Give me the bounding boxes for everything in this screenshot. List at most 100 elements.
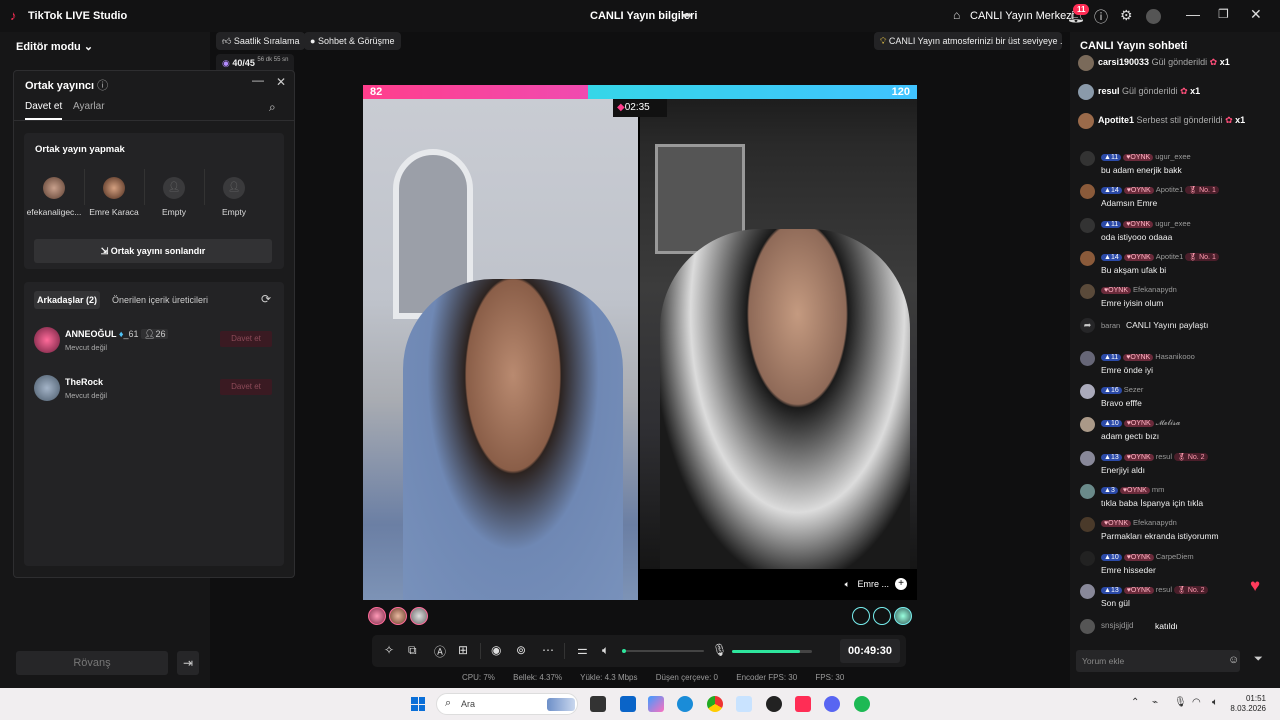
chat-user[interactable]: ugur_exee <box>1155 152 1190 161</box>
chat-user[interactable]: resul <box>1156 452 1172 461</box>
avatar <box>1078 84 1094 100</box>
record-icon[interactable]: ◉ <box>491 643 501 657</box>
chat-user[interactable]: ugur_exee <box>1155 219 1190 228</box>
chat-user[interactable]: CarpeDiem <box>1156 552 1194 561</box>
chat-user[interactable]: mm <box>1152 485 1165 494</box>
cohost-slot-2[interactable]: Emre Karaca <box>84 177 144 217</box>
top-gifter-avatar[interactable] <box>368 607 386 625</box>
volume-icon[interactable]: 🔈︎ <box>1212 697 1218 708</box>
live-center-link[interactable]: CANLI Yayın Merkezi <box>970 10 1074 22</box>
exit-icon[interactable]: ⇥ <box>177 651 199 675</box>
chat-user[interactable]: Apotite1 <box>1156 252 1184 261</box>
top-gifter-avatar[interactable] <box>873 607 891 625</box>
minimize-icon[interactable]: — <box>1186 6 1200 22</box>
level-value: 13 <box>1110 453 1119 461</box>
more-icon[interactable]: ⋯ <box>542 643 554 657</box>
chat-text: Adamsın Emre <box>1101 198 1158 209</box>
info-icon[interactable]: ⓘ <box>97 80 108 92</box>
discord-icon[interactable] <box>824 696 840 712</box>
ai-icon[interactable]: Ⓐ <box>434 643 446 660</box>
fan-badge: ♥OYNK <box>1101 287 1131 295</box>
spotify-icon[interactable] <box>854 696 870 712</box>
help-icon[interactable]: ⓘ <box>1094 7 1108 27</box>
chat-meeting-chip[interactable]: ● Sohbet & Görüşme <box>304 32 401 50</box>
outlook-icon[interactable] <box>620 696 636 712</box>
chat-user[interactable]: 𝓜𝓮𝓵𝓲𝓼𝓪 <box>1156 418 1181 427</box>
fan-badge-label: OYNK <box>1130 253 1151 261</box>
top-gifter-avatar[interactable] <box>852 607 870 625</box>
refresh-icon[interactable]: ⟳ <box>261 292 271 306</box>
speaker-icon[interactable]: 🔈︎ <box>602 643 609 658</box>
wifi-icon[interactable]: ◠ <box>1192 697 1201 708</box>
chat-user[interactable]: Sezer <box>1124 385 1144 394</box>
chat-user[interactable]: baran <box>1101 321 1120 330</box>
comment-input[interactable]: Yorum ekle <box>1076 650 1240 672</box>
editor-mode-dropdown[interactable]: Editör modu ⌄ <box>16 40 93 53</box>
edge-icon[interactable] <box>677 696 693 712</box>
restore-icon[interactable]: ❐ <box>1218 7 1229 21</box>
chrome-icon[interactable] <box>707 696 723 712</box>
add-icon[interactable]: + <box>895 578 907 590</box>
screen-share-icon[interactable]: ⧉ <box>408 643 417 658</box>
follower-count: 👤︎26 <box>141 329 169 339</box>
volume-slider[interactable] <box>622 649 704 653</box>
filter-icon[interactable]: ⏷ <box>1254 653 1263 666</box>
level-badge: ▲16 <box>1101 387 1122 395</box>
tab-suggested[interactable]: Önerilen içerik üreticileri <box>112 295 208 305</box>
chat-user[interactable]: Apotite1 <box>1156 185 1184 194</box>
follower-count-value: 26 <box>155 329 166 339</box>
emoji-icon[interactable]: ☺ <box>1228 654 1239 666</box>
mic-slider[interactable] <box>732 650 812 653</box>
copilot-icon[interactable] <box>648 696 664 712</box>
top-gifter-avatar[interactable] <box>410 607 428 625</box>
share-icon[interactable]: ➦ <box>682 8 692 22</box>
tab-settings[interactable]: Ayarlar <box>73 101 105 112</box>
fan-badge-label: OYNK <box>1130 220 1151 228</box>
magic-wand-icon[interactable]: ✧ <box>384 643 394 657</box>
add-source-icon[interactable]: ⊞ <box>458 643 468 657</box>
gear-icon[interactable]: ⚙ <box>1120 7 1133 24</box>
tab-friends[interactable]: Arkadaşlar (2) <box>34 291 101 309</box>
taskbar-search[interactable]: ⌕ Ara <box>436 693 578 715</box>
chat-user[interactable]: resul <box>1156 585 1172 594</box>
invite-button[interactable]: Davet et <box>220 379 272 395</box>
avatar <box>34 375 60 401</box>
cohost-slot-1[interactable]: efekanaligec... <box>24 177 84 217</box>
search-icon[interactable]: ⌕ <box>269 100 276 115</box>
minimize-panel-icon[interactable]: — <box>252 73 264 87</box>
microphone-icon[interactable]: 🎙︎ <box>1174 697 1187 708</box>
close-panel-icon[interactable]: ✕ <box>276 75 286 89</box>
network-icon[interactable]: ⌁ <box>1152 697 1158 708</box>
person-icon: 👤︎ <box>163 177 185 199</box>
invite-button[interactable]: Davet et <box>220 331 272 347</box>
gift-user: carsi190033 <box>1098 57 1150 67</box>
taskbar-clock[interactable]: 01:51 8.03.2026 <box>1230 694 1266 714</box>
chat-user[interactable]: Efekanapydn <box>1133 518 1177 527</box>
live-video[interactable]: ◆02:35 🔈︎ Emre ... + <box>363 99 917 600</box>
broadcast-icon[interactable]: ⊚ <box>516 643 526 657</box>
tip-banner[interactable]: 💡︎ CANLI Yayın atmosferinizi bir üst sev… <box>874 32 1062 50</box>
close-icon[interactable]: ✕ <box>1250 6 1262 23</box>
gift-count: x1 <box>1190 86 1201 96</box>
cohost-slot-4[interactable]: 👤︎ Empty <box>204 177 264 217</box>
cohost-slot-3[interactable]: 👤︎ Empty <box>144 177 204 217</box>
speaker-icon[interactable]: 🔈︎ <box>845 579 850 589</box>
avatar[interactable] <box>1146 9 1161 24</box>
app-icon[interactable] <box>766 696 782 712</box>
settings-app-icon[interactable] <box>736 696 752 712</box>
volume-knob[interactable] <box>622 649 626 653</box>
chat-user[interactable]: Efekanapydn <box>1133 285 1177 294</box>
tiktok-app-icon[interactable] <box>795 696 811 712</box>
file-explorer-icon[interactable] <box>590 696 606 712</box>
top-gifter-avatar[interactable] <box>389 607 407 625</box>
chat-user[interactable]: Hasanikooo <box>1155 352 1195 361</box>
microphone-icon[interactable]: 🎙︎ <box>712 643 727 657</box>
hourly-ranking-chip[interactable]: 👍︎ Saatlik Sıralama <box>216 32 306 50</box>
sliders-icon[interactable]: ⚌ <box>577 643 588 657</box>
tab-invite[interactable]: Davet et <box>25 101 63 120</box>
windows-start-icon[interactable] <box>411 697 425 711</box>
rematch-button[interactable]: Rövanş <box>16 651 168 675</box>
chevron-up-icon[interactable]: ⌃ <box>1131 697 1139 708</box>
top-gifter-avatar[interactable] <box>894 607 912 625</box>
end-cohost-button[interactable]: ⇲ Ortak yayını sonlandır <box>34 239 272 263</box>
